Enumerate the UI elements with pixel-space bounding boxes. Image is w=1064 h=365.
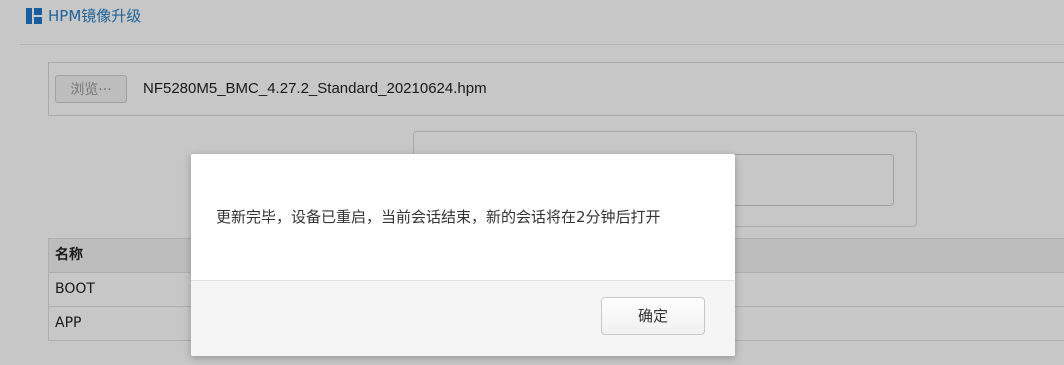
confirm-button[interactable]: 确定: [601, 297, 705, 335]
restart-dialog: 更新完毕，设备已重启，当前会话结束，新的会话将在2分钟后打开 确定: [191, 154, 735, 356]
dialog-body: 更新完毕，设备已重启，当前会话结束，新的会话将在2分钟后打开: [191, 154, 735, 280]
dialog-message: 更新完毕，设备已重启，当前会话结束，新的会话将在2分钟后打开: [216, 208, 661, 226]
dialog-footer: 确定: [191, 280, 735, 356]
